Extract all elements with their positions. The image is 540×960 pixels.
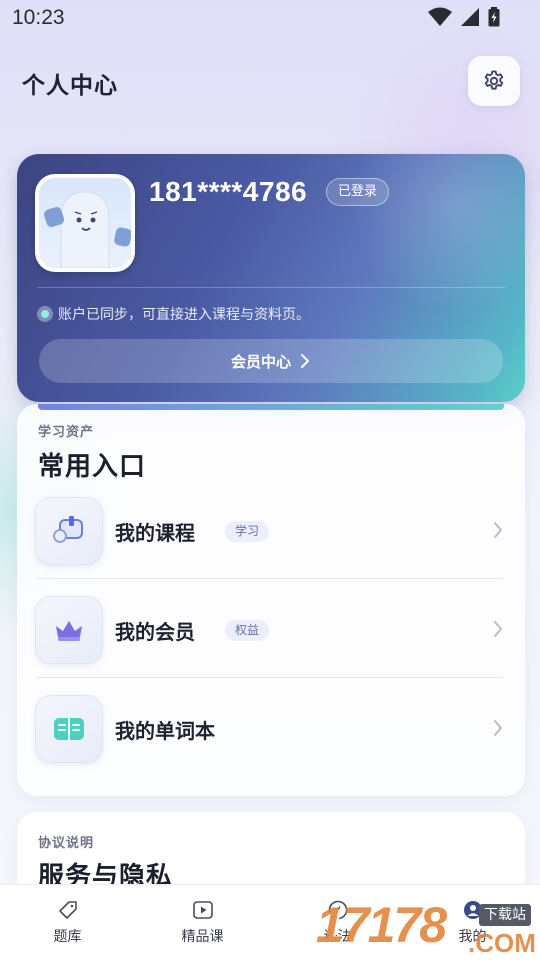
nav-item-premium-courses[interactable]: 精品课 [135,885,270,960]
member-center-button[interactable]: 会员中心 [39,339,503,383]
avatar-image [39,178,131,268]
crown-icon [56,621,82,641]
gear-icon [484,70,504,90]
profile-card: 181****4786 已登录 账户已同步，可直接进入课程与资料页。 会员中心 [17,154,525,402]
nav-item-question-bank[interactable]: 题库 [0,885,135,960]
wifi-icon [428,7,452,26]
policy-kicker: 协议说明 [38,836,95,851]
course-icon-box [35,497,103,565]
watermark-domain: .COM [468,928,536,958]
entry-label: 我的会员 [115,620,195,644]
login-status-badge: 已登录 [326,178,390,206]
divider [37,677,503,678]
sync-status-dot [37,306,53,322]
divider [37,578,503,579]
status-icons [428,7,500,27]
watermark-logo: 17178 .COM 下载站 [316,897,540,960]
entry-tag: 权益 [225,620,270,641]
chevron-right-icon [494,720,503,736]
nav-label: 精品课 [181,929,224,945]
book-icon [54,718,84,740]
course-icon [53,516,83,543]
status-time: 10:23 [12,6,65,29]
card-divider [37,287,505,288]
entry-my-wordbook[interactable]: 我的单词本 [33,687,509,773]
entry-my-courses[interactable]: 我的课程 学习 [33,489,509,575]
chevron-right-icon [301,354,309,368]
page: 10:23 个人中心 181****4786 已登录 账户已同步，可直接进入课程… [0,0,540,960]
entry-tag: 学习 [225,521,270,542]
settings-button[interactable] [468,56,520,106]
crown-icon-box [35,596,103,664]
watermark-tag: 下载站 [479,904,531,926]
tag-icon [58,901,77,919]
accent-bar [38,404,504,410]
section-title: 常用入口 [38,452,147,482]
battery-icon [488,7,500,27]
status-bar: 10:23 [0,0,540,36]
phone-number: 181****4786 [149,176,308,207]
signal-icon [461,8,479,26]
page-title: 个人中心 [22,73,118,99]
entry-my-membership[interactable]: 我的会员 权益 [33,588,509,674]
nav-label: 题库 [53,929,82,945]
chevron-right-icon [494,621,503,637]
mascot-icon [43,191,131,268]
shortcuts-card: 学习资产 常用入口 我的课程 学习 我的会员 权益 我的单词本 [17,404,525,796]
avatar[interactable] [35,174,135,272]
sync-status-text: 账户已同步，可直接进入课程与资料页。 [58,307,310,323]
entry-label: 我的课程 [115,521,195,545]
watermark-number: 17178 [316,897,447,953]
play-icon [192,901,213,919]
book-icon-box [35,695,103,763]
entry-label: 我的单词本 [115,719,215,743]
section-kicker: 学习资产 [38,425,95,440]
member-center-label: 会员中心 [230,352,291,371]
chevron-right-icon [494,522,503,538]
